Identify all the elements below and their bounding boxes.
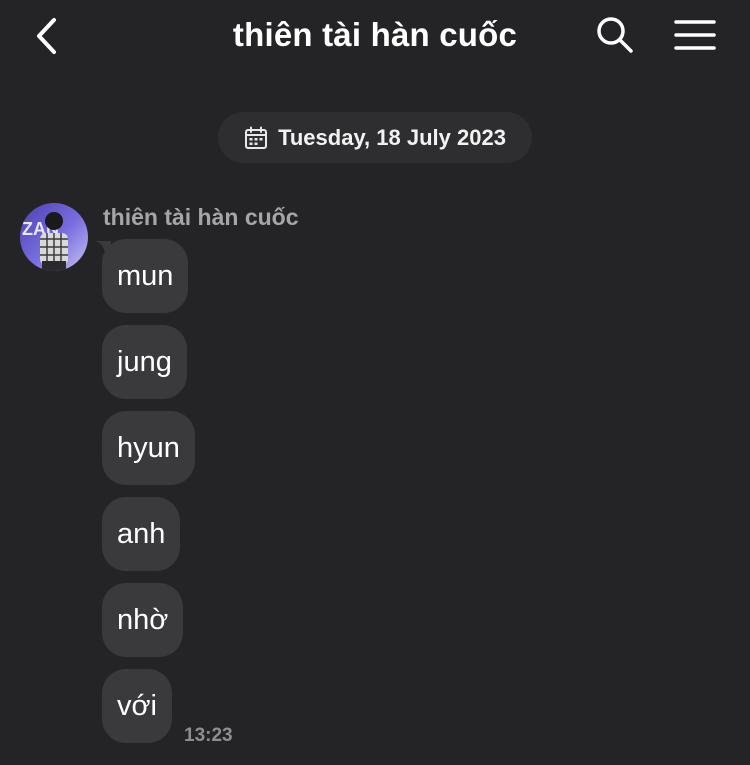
back-button[interactable] <box>26 14 66 58</box>
message-text: mun <box>117 259 174 292</box>
message-bubble[interactable]: anh <box>102 497 181 571</box>
message-bubble[interactable]: hyun <box>102 411 195 485</box>
message-text: jung <box>117 345 172 378</box>
message-timestamp: 13:23 <box>184 725 233 746</box>
search-button[interactable] <box>594 14 636 56</box>
avatar-photo: ZAN <box>20 203 88 271</box>
chevron-left-icon <box>37 18 56 54</box>
message-text: với <box>117 689 157 722</box>
calendar-icon <box>245 126 268 149</box>
message-bubble[interactable]: jung <box>102 325 187 399</box>
message-text: anh <box>117 517 166 550</box>
message-bubble[interactable]: với <box>102 669 172 743</box>
message-bubble[interactable]: nhờ <box>102 583 184 657</box>
message-bubble[interactable]: mun <box>102 239 189 313</box>
date-separator: Tuesday, 18 July 2023 <box>218 112 532 163</box>
date-label: Tuesday, 18 July 2023 <box>278 124 506 150</box>
sender-name: thiên tài hàn cuốc <box>103 204 299 230</box>
chat-title: thiên tài hàn cuốc <box>232 16 518 53</box>
message-text: hyun <box>117 431 180 464</box>
avatar[interactable]: ZAN <box>20 203 88 271</box>
search-icon <box>597 17 633 53</box>
hamburger-menu-icon <box>674 20 716 50</box>
message-text: nhờ <box>117 603 169 636</box>
menu-button[interactable] <box>672 14 718 56</box>
top-bar: thiên tài hàn cuốc <box>0 0 750 72</box>
